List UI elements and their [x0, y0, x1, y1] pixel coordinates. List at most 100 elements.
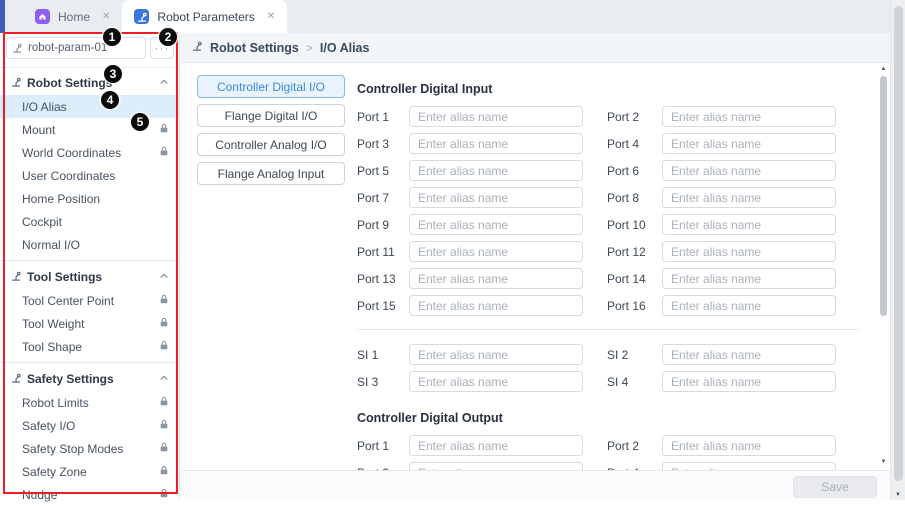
- chevron-up-icon[interactable]: [159, 372, 169, 386]
- form-field: Port 15: [357, 295, 583, 316]
- sidebar-item-safety-zone[interactable]: Safety Zone: [0, 460, 179, 483]
- alias-input-port-14[interactable]: [662, 268, 836, 289]
- alias-input-port-10[interactable]: [662, 214, 836, 235]
- sidebar-item-robot-limits[interactable]: Robot Limits: [0, 391, 179, 414]
- alias-input-si-4[interactable]: [662, 371, 836, 392]
- alias-input-port-2[interactable]: [662, 106, 836, 127]
- alias-input-si-1[interactable]: [409, 344, 583, 365]
- alias-input-si-2[interactable]: [662, 344, 836, 365]
- form-field: SI 4: [607, 371, 836, 392]
- section-title: Controller Digital Output: [357, 411, 859, 425]
- sidebar-group-robot-settings[interactable]: Robot Settings: [0, 71, 179, 95]
- sidebar-item-safety-stop-modes[interactable]: Safety Stop Modes: [0, 437, 179, 460]
- form-row: Port 15Port 16: [357, 295, 859, 316]
- form-field: Port 12: [607, 241, 836, 262]
- close-icon[interactable]: ✕: [267, 11, 275, 22]
- alias-input-port-2[interactable]: [662, 435, 836, 456]
- sidebar-item-tool-shape[interactable]: Tool Shape: [0, 335, 179, 358]
- alias-input-port-5[interactable]: [409, 160, 583, 181]
- lock-icon: [159, 396, 169, 410]
- alias-input-port-15[interactable]: [409, 295, 583, 316]
- form-field: Port 14: [607, 268, 836, 289]
- sidebar-item-tool-weight[interactable]: Tool Weight: [0, 312, 179, 335]
- alias-input-port-1[interactable]: [409, 106, 583, 127]
- item-label: Safety Zone: [22, 465, 159, 479]
- io-tab-flange-analog-input[interactable]: Flange Analog Input: [197, 162, 345, 185]
- alias-input-port-1[interactable]: [409, 435, 583, 456]
- group-divider: [0, 362, 179, 363]
- alias-form: Controller Digital InputPort 1Port 2Port…: [357, 63, 859, 470]
- field-label: Port 6: [607, 164, 662, 178]
- home-icon: [35, 9, 50, 24]
- alias-input-port-11[interactable]: [409, 241, 583, 262]
- param-name-input[interactable]: [6, 37, 146, 59]
- alias-input-port-4[interactable]: [662, 133, 836, 154]
- content-scrollbar[interactable]: ▲ ▼: [877, 63, 890, 470]
- scroll-down-icon[interactable]: ▼: [891, 492, 905, 498]
- group-label: Tool Settings: [27, 270, 154, 284]
- sidebar-item-user-coordinates[interactable]: User Coordinates: [0, 164, 179, 187]
- tab-robot-parameters[interactable]: Robot Parameters✕: [122, 0, 287, 33]
- form-row: Port 3Port 4: [357, 133, 859, 154]
- alias-input-port-7[interactable]: [409, 187, 583, 208]
- field-label: Port 1: [357, 439, 409, 453]
- io-tab-controller-analog-i-o[interactable]: Controller Analog I/O: [197, 133, 345, 156]
- alias-input-si-3[interactable]: [409, 371, 583, 392]
- form-row: Port 3Port 4: [357, 462, 859, 470]
- alias-input-port-16[interactable]: [662, 295, 836, 316]
- item-label: Tool Center Point: [22, 294, 159, 308]
- alias-input-port-3[interactable]: [409, 133, 583, 154]
- group-divider: [0, 260, 179, 261]
- alias-input-port-13[interactable]: [409, 268, 583, 289]
- sidebar-item-normal-i-o[interactable]: Normal I/O: [0, 233, 179, 256]
- field-label: Port 8: [607, 191, 662, 205]
- form-row: Port 1Port 2: [357, 435, 859, 456]
- close-icon[interactable]: ✕: [102, 11, 110, 22]
- io-tab-controller-digital-i-o[interactable]: Controller Digital I/O: [197, 75, 345, 98]
- scrollbar-thumb[interactable]: [880, 76, 887, 316]
- alias-input-port-4[interactable]: [662, 462, 836, 470]
- sidebar-item-i-o-alias[interactable]: I/O Alias: [0, 95, 179, 118]
- save-button[interactable]: Save: [793, 476, 877, 498]
- alias-input-port-8[interactable]: [662, 187, 836, 208]
- window-scrollbar[interactable]: ▼: [890, 0, 905, 500]
- lock-icon: [159, 488, 169, 502]
- item-label: Mount: [22, 123, 159, 137]
- chevron-up-icon[interactable]: [159, 270, 169, 284]
- alias-input-port-6[interactable]: [662, 160, 836, 181]
- sidebar-group-tool-settings[interactable]: Tool Settings: [0, 265, 179, 289]
- robot-icon: [191, 40, 203, 55]
- form-field: Port 8: [607, 187, 836, 208]
- item-label: Safety I/O: [22, 419, 159, 433]
- more-options-button[interactable]: ···: [150, 37, 174, 59]
- chevron-up-icon[interactable]: [159, 76, 169, 90]
- sidebar-item-nudge[interactable]: Nudge: [0, 483, 179, 506]
- sidebar-item-cockpit[interactable]: Cockpit: [0, 210, 179, 233]
- sidebar-item-home-position[interactable]: Home Position: [0, 187, 179, 210]
- robot-icon: [10, 76, 22, 91]
- field-label: Port 2: [607, 110, 662, 124]
- form-row: Port 9Port 10: [357, 214, 859, 235]
- breadcrumb-parent[interactable]: Robot Settings: [210, 41, 299, 55]
- scroll-up-icon[interactable]: ▲: [879, 66, 888, 72]
- form-row: SI 1SI 2: [357, 344, 859, 365]
- alias-input-port-12[interactable]: [662, 241, 836, 262]
- robot-icon: [134, 9, 149, 24]
- io-tab-flange-digital-i-o[interactable]: Flange Digital I/O: [197, 104, 345, 127]
- item-label: Home Position: [22, 192, 169, 206]
- sidebar-item-world-coordinates[interactable]: World Coordinates: [0, 141, 179, 164]
- lock-icon: [159, 123, 169, 137]
- lock-icon: [159, 340, 169, 354]
- scroll-down-icon[interactable]: ▼: [879, 459, 888, 465]
- scrollbar-thumb[interactable]: [894, 6, 903, 481]
- form-field: Port 13: [357, 268, 583, 289]
- alias-input-port-3[interactable]: [409, 462, 583, 470]
- sidebar-item-safety-i-o[interactable]: Safety I/O: [0, 414, 179, 437]
- tab-home[interactable]: Home✕: [23, 0, 122, 33]
- alias-input-port-9[interactable]: [409, 214, 583, 235]
- sidebar-item-mount[interactable]: Mount: [0, 118, 179, 141]
- form-field: Port 9: [357, 214, 583, 235]
- sidebar-group-safety-settings[interactable]: Safety Settings: [0, 367, 179, 391]
- form-row: Port 5Port 6: [357, 160, 859, 181]
- sidebar-item-tool-center-point[interactable]: Tool Center Point: [0, 289, 179, 312]
